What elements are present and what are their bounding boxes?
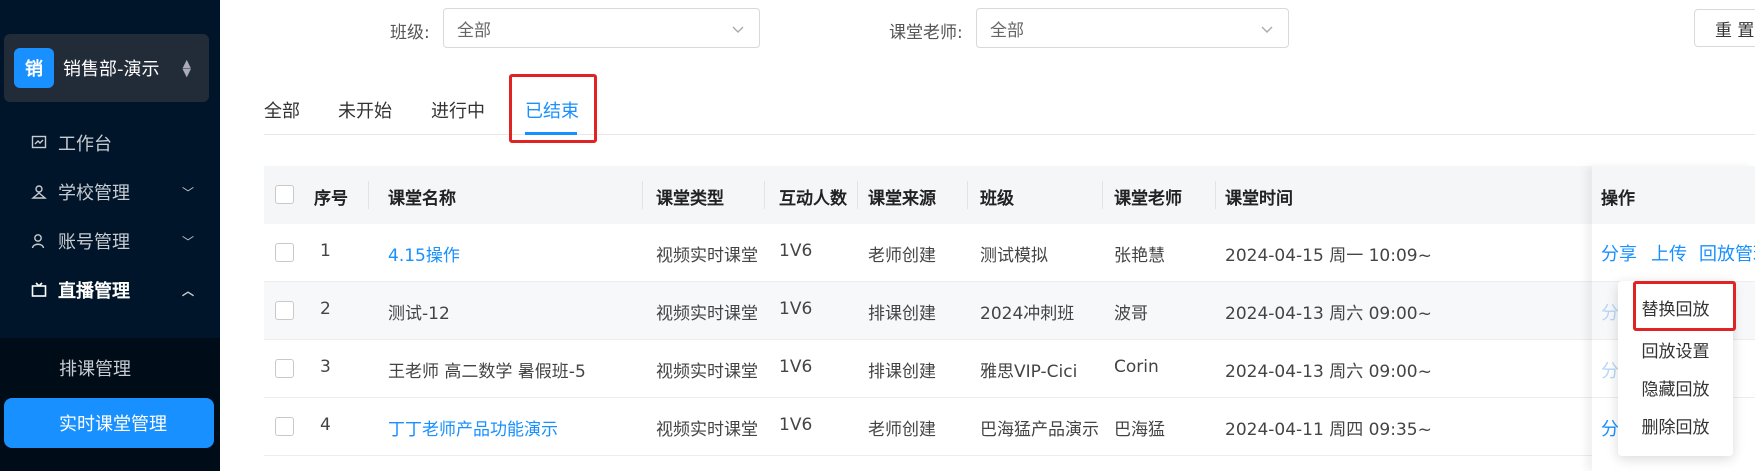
class-time: 2024-04-15 周一 10:09~10:23 [1225,246,1432,266]
class-teacher: 巴海猛 [1114,420,1165,440]
tab-all[interactable]: 全部 [264,97,300,123]
class-time: 2024-04-11 周四 09:35~11:31 [1225,420,1432,440]
class-teacher: 张艳慧 [1114,246,1165,266]
row-index: 2 [320,299,331,319]
sidebar-item-label: 工作台 [58,134,112,155]
live-icon [30,281,48,299]
chevron-down-icon [1260,21,1274,41]
org-name: 销售部-演示 [63,59,160,80]
switch-icon: ▲ ▼ [182,57,191,79]
tab-in-progress[interactable]: 进行中 [431,97,485,123]
upload-button[interactable]: 上传 [1651,240,1687,266]
chevron-up-icon: ︿ [181,283,194,298]
class-group: 测试模拟 [980,246,1048,266]
column-header: 互动人数 [779,189,847,209]
org-switcher[interactable]: 销 销售部-演示 ▲ ▼ [4,34,209,102]
interact-count: 1V6 [779,299,813,319]
chevron-down-icon: ﹀ [181,234,194,249]
highlight-box [1633,281,1736,331]
interact-count: 1V6 [779,415,813,435]
row-index: 4 [320,415,331,435]
user-icon [30,232,48,250]
row-checkbox[interactable] [275,417,294,436]
class-source: 老师创建 [868,246,936,266]
share-button[interactable]: 分享 [1601,240,1637,266]
chevron-down-icon: ﹀ [181,185,194,200]
class-group: 巴海猛产品演示 [980,420,1099,440]
row-index: 1 [320,241,331,261]
school-icon [30,183,48,201]
table-row: 2 测试-12 视频实时课堂 1V6 排课创建 2024冲刺班 波哥 2024-… [264,282,1755,340]
sidebar-subitem-live-class[interactable]: 实时课堂管理 [4,398,214,448]
sidebar-item-label: 账号管理 [58,232,130,253]
class-type: 视频实时课堂 [656,304,758,324]
sidebar-item-label: 直播管理 [58,281,130,302]
replay-settings-item[interactable]: 回放设置 [1618,329,1733,369]
sidebar-subitem-schedule[interactable]: 排课管理 [0,343,220,393]
class-select-value: 全部 [457,20,491,41]
class-type: 视频实时课堂 [656,420,758,440]
class-filter-label: 班级: [390,23,430,43]
interact-count: 1V6 [779,241,813,261]
class-source: 排课创建 [868,304,936,324]
column-header: 序号 [314,189,348,209]
class-type: 视频实时课堂 [656,362,758,382]
sidebar-item-school[interactable]: 学校管理 ﹀ [0,167,220,217]
class-source: 排课创建 [868,362,936,382]
column-header: 课堂名称 [388,189,456,209]
org-logo: 销 [14,48,54,88]
row-checkbox[interactable] [275,301,294,320]
class-name: 测试-12 [388,304,450,324]
class-group: 2024冲刺班 [980,304,1075,324]
delete-replay-item[interactable]: 删除回放 [1618,405,1733,445]
class-group: 雅思VIP-Cici [980,362,1078,382]
dashboard-icon [30,134,48,152]
class-time: 2024-04-13 周六 09:00~10:00 [1225,362,1432,382]
hide-replay-item[interactable]: 隐藏回放 [1618,367,1733,407]
table-row: 1 4.15操作 视频实时课堂 1V6 老师创建 测试模拟 张艳慧 2024-0… [264,224,1755,282]
table-header: 序号 课堂名称 课堂类型 互动人数 课堂来源 班级 课堂老师 课堂时间 [264,166,1755,224]
column-header: 课堂时间 [1225,189,1293,209]
column-header: 课堂来源 [868,189,936,209]
teacher-select[interactable]: 全部 [976,8,1289,48]
sidebar-item-live[interactable]: 直播管理 ︿ [0,265,220,315]
chevron-down-icon [731,21,745,41]
class-name: 王老师 高二数学 暑假班-5 [388,362,586,382]
table-row: 4 丁丁老师产品功能演示 视频实时课堂 1V6 老师创建 巴海猛产品演示 巴海猛… [264,398,1755,456]
tab-not-started[interactable]: 未开始 [338,97,392,123]
column-header: 班级 [980,189,1014,209]
class-teacher: 波哥 [1114,304,1148,324]
class-time: 2024-04-13 周六 09:00~11:00 [1225,304,1432,324]
main-content: 班级: 全部 课堂老师: 全部 重 置 全部 未开始 进行中 已结束 序号 课堂… [220,0,1755,471]
teacher-filter-label: 课堂老师: [889,23,963,43]
class-teacher: Corin [1114,357,1159,377]
sidebar: 销 销售部-演示 ▲ ▼ 工作台 学校管理 ﹀ 账号管理 ﹀ 直播管理 ︿ 排课管… [0,0,220,471]
table-row: 3 王老师 高二数学 暑假班-5 视频实时课堂 1V6 排课创建 雅思VIP-C… [264,340,1755,398]
row-checkbox[interactable] [275,359,294,378]
row-checkbox[interactable] [275,243,294,262]
column-header: 课堂老师 [1114,189,1182,209]
sidebar-item-label: 学校管理 [58,183,130,204]
highlight-box [509,74,597,143]
sidebar-item-workbench[interactable]: 工作台 [0,118,220,168]
select-all-checkbox[interactable] [275,185,294,204]
interact-count: 1V6 [779,357,813,377]
tabs-divider [264,134,1755,135]
class-name-link[interactable]: 4.15操作 [388,241,460,266]
teacher-select-value: 全部 [990,20,1024,41]
reset-button[interactable]: 重 置 [1694,9,1755,47]
column-header: 课堂类型 [656,189,724,209]
class-select[interactable]: 全部 [443,8,760,48]
class-source: 老师创建 [868,420,936,440]
sidebar-item-account[interactable]: 账号管理 ﹀ [0,216,220,266]
row-index: 3 [320,357,331,377]
column-header: 操作 [1601,189,1635,209]
class-name-link[interactable]: 丁丁老师产品功能演示 [388,415,558,440]
class-type: 视频实时课堂 [656,246,758,266]
replay-manage-button[interactable]: 回放管理 [1699,240,1755,266]
